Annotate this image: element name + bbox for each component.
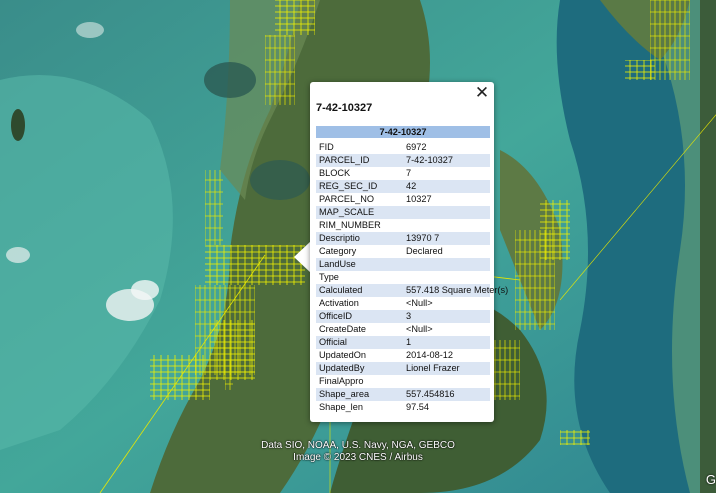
attribute-key: LandUse — [316, 258, 403, 271]
table-row: FinalAppro — [316, 375, 490, 388]
table-row: Official 1 — [316, 336, 490, 349]
attribute-value: 557.454816 — [403, 388, 490, 401]
attribute-value: 3 — [403, 310, 490, 323]
attribute-key: MAP_SCALE — [316, 206, 403, 219]
table-row: PARCEL_ID 7-42-10327 — [316, 154, 490, 167]
attribute-key: Type — [319, 272, 339, 282]
table-row: MAP_SCALE — [316, 206, 490, 219]
table-row: Descriptio 13970 7 — [316, 232, 490, 245]
table-row: RIM_NUMBER — [316, 219, 490, 232]
map-credit-data: Data SIO, NOAA, U.S. Navy, NGA, GEBCO — [261, 440, 455, 451]
cloud — [6, 247, 30, 263]
attribute-value — [403, 271, 490, 284]
attribute-value: 7-42-10327 — [403, 154, 490, 167]
map-credit-image: Image © 2023 CNES / Airbus — [293, 452, 423, 463]
table-row: Activation <Null> — [316, 297, 490, 310]
popup-pointer — [294, 241, 311, 273]
attribute-value: 97.54 — [406, 402, 429, 412]
islet — [250, 160, 310, 200]
attribute-key: Shape_len — [319, 402, 363, 412]
attribute-key: UpdatedOn — [319, 350, 366, 360]
attribute-value: 7 — [406, 168, 412, 178]
attribute-key: UpdatedBy — [316, 362, 403, 375]
attribute-value: 6972 — [406, 142, 427, 152]
attribute-value: Lionel Frazer — [403, 362, 490, 375]
attribute-value: Declared — [406, 246, 443, 256]
attribute-key: Activation — [319, 298, 359, 308]
attribute-key: Official — [316, 336, 403, 349]
table-row: UpdatedBy Lionel Frazer — [316, 362, 490, 375]
table-row: REG_SEC_ID 42 — [316, 180, 490, 193]
attribute-key: RIM_NUMBER — [319, 220, 381, 230]
attribute-key: BLOCK — [319, 168, 351, 178]
cloud — [131, 280, 159, 300]
attribute-value: 1 — [403, 336, 490, 349]
attribute-key: FID — [319, 142, 334, 152]
table-row: PARCEL_NO 10327 — [316, 193, 490, 206]
attribute-key: Descriptio — [316, 232, 403, 245]
google-logo: G — [705, 472, 716, 487]
table-row: CreateDate <Null> — [316, 323, 490, 336]
feature-popup: ✕ 7-42-10327 7-42-10327 FID 6972 PARCEL_ID… — [310, 82, 508, 422]
close-icon[interactable]: ✕ — [473, 84, 491, 102]
attribute-value: 13970 7 — [403, 232, 490, 245]
table-row: FID 6972 — [316, 140, 490, 155]
table-row: Calculated 557.418 Square Meter(s) — [316, 284, 508, 297]
attribute-key: Shape_area — [316, 388, 403, 401]
attribute-value: 2014-08-12 — [406, 350, 453, 360]
attribute-key: Calculated — [316, 284, 403, 297]
table-row: UpdatedOn 2014-08-12 — [316, 349, 490, 362]
table-row: Shape_area 557.454816 — [316, 388, 490, 401]
attribute-value: 10327 — [406, 194, 432, 204]
table-row: OfficeID 3 — [316, 310, 490, 323]
table-header: 7-42-10327 — [316, 126, 490, 141]
attribute-value — [403, 258, 490, 271]
popup-title: 7-42-10327 — [316, 102, 373, 114]
table-row: BLOCK 7 — [316, 167, 490, 180]
attribute-table: 7-42-10327 FID 6972 PARCEL_ID 7-42-10327 BLO… — [316, 126, 508, 414]
table-row: Type — [316, 271, 490, 284]
map-viewer[interactable]: ✕ 7-42-10327 7-42-10327 FID 6972 PARCEL_ID… — [0, 0, 716, 493]
attribute-value: <Null> — [406, 324, 433, 334]
attribute-key: Category — [319, 246, 357, 256]
attribute-value: 42 — [403, 180, 490, 193]
attribute-value — [403, 375, 490, 388]
attribute-value — [403, 219, 490, 232]
cloud — [76, 22, 104, 38]
islet — [204, 62, 256, 98]
attribute-key: OfficeID — [316, 310, 403, 323]
east-land-strip — [700, 0, 716, 493]
table-row: Category Declared — [316, 245, 490, 258]
attribute-value — [403, 206, 490, 219]
attribute-key: REG_SEC_ID — [316, 180, 403, 193]
attribute-key: PARCEL_NO — [319, 194, 374, 204]
table-row: Shape_len 97.54 — [316, 401, 490, 414]
attribute-value: 557.418 Square Meter(s) — [403, 284, 508, 297]
attribute-value: <Null> — [406, 298, 433, 308]
islet — [11, 109, 25, 141]
attribute-key: CreateDate — [319, 324, 366, 334]
attribute-key: FinalAppro — [319, 376, 364, 386]
table-row: LandUse — [316, 258, 490, 271]
attribute-key: PARCEL_ID — [316, 154, 403, 167]
